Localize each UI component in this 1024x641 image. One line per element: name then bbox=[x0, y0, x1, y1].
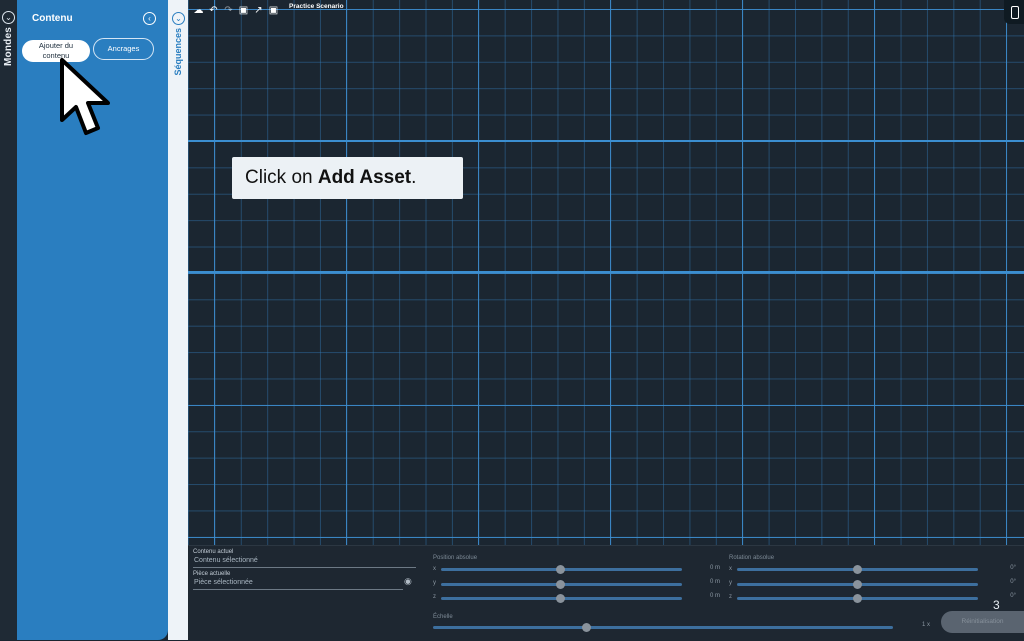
position-label: Position absolue bbox=[433, 555, 478, 561]
rotation-z-value[interactable]: 0° bbox=[986, 593, 1016, 599]
phone-icon bbox=[1011, 6, 1019, 19]
worlds-panel-label[interactable]: Mondes bbox=[3, 27, 14, 66]
visibility-eye-icon[interactable]: ◉ bbox=[404, 576, 412, 587]
field-underline bbox=[193, 567, 416, 568]
cloud-save-icon[interactable]: ☁ bbox=[192, 4, 205, 17]
device-preview-button[interactable] bbox=[1004, 0, 1024, 24]
scale-slider[interactable] bbox=[433, 626, 893, 629]
top-toolbar: ☁ ↶ ↷ ▣ ↗ ▣ bbox=[192, 3, 280, 17]
axis-x-label: x bbox=[729, 566, 732, 572]
instruction-tooltip: Click on Add Asset. bbox=[232, 157, 463, 199]
camera-icon[interactable]: ▣ bbox=[267, 4, 280, 17]
field-underline bbox=[193, 589, 403, 590]
add-asset-label-line1: Ajouter du bbox=[38, 41, 74, 50]
collapse-left-icon[interactable]: ‹ bbox=[143, 12, 156, 25]
slider-handle[interactable] bbox=[853, 565, 862, 574]
worlds-panel-strip[interactable]: ⌄ Mondes bbox=[0, 0, 17, 640]
scene-viewport[interactable] bbox=[188, 0, 1024, 545]
scenario-title: Practice Scenario bbox=[289, 3, 344, 10]
grid-axis-line bbox=[188, 271, 1024, 273]
slider-handle[interactable] bbox=[556, 580, 565, 589]
slider-handle[interactable] bbox=[853, 580, 862, 589]
current-asset-field[interactable]: Contenu sélectionné bbox=[194, 557, 258, 564]
axis-x-label: x bbox=[433, 566, 436, 572]
page-number: 3 bbox=[993, 598, 1000, 612]
current-part-label: Pièce actuelle bbox=[193, 571, 231, 577]
position-z-value[interactable]: 0 m bbox=[690, 593, 720, 599]
axis-y-label: y bbox=[729, 580, 732, 586]
slider-handle[interactable] bbox=[556, 594, 565, 603]
tooltip-prefix: Click on bbox=[245, 167, 318, 188]
rotation-x-value[interactable]: 0° bbox=[986, 565, 1016, 571]
rotation-y-value[interactable]: 0° bbox=[986, 579, 1016, 585]
tooltip-suffix: . bbox=[411, 167, 417, 188]
anchors-button[interactable]: Ancrages bbox=[93, 38, 154, 60]
export-icon[interactable]: ↗ bbox=[252, 4, 265, 17]
current-asset-label: Contenu actuel bbox=[193, 549, 234, 555]
slider-handle[interactable] bbox=[556, 565, 565, 574]
rotation-label: Rotation absolue bbox=[729, 555, 775, 561]
position-x-value[interactable]: 0 m bbox=[690, 565, 720, 571]
axis-y-label: y bbox=[433, 580, 436, 586]
scale-label: Échelle bbox=[433, 614, 453, 620]
chevron-down-icon[interactable]: ⌄ bbox=[172, 12, 185, 25]
current-part-field[interactable]: Pièce sélectionnée bbox=[194, 579, 253, 586]
slider-handle[interactable] bbox=[582, 623, 591, 632]
position-y-value[interactable]: 0 m bbox=[690, 579, 720, 585]
undo-icon[interactable]: ↶ bbox=[207, 4, 220, 17]
slider-handle[interactable] bbox=[853, 594, 862, 603]
redo-icon[interactable]: ↷ bbox=[222, 4, 235, 17]
pointer-cursor-icon bbox=[60, 58, 110, 135]
sequences-panel-label[interactable]: Séquences bbox=[173, 28, 183, 76]
content-panel-title: Contenu bbox=[32, 13, 73, 24]
reset-button[interactable]: Réinitialisation bbox=[941, 611, 1024, 633]
axis-z-label: z bbox=[729, 594, 732, 600]
scale-value[interactable]: 1 x bbox=[900, 622, 930, 628]
grid-axis-line bbox=[188, 140, 1024, 142]
tooltip-bold: Add Asset bbox=[317, 167, 412, 188]
chevron-down-icon[interactable]: ⌄ bbox=[2, 11, 15, 24]
axis-z-label: z bbox=[433, 594, 436, 600]
focus-icon[interactable]: ▣ bbox=[237, 4, 250, 17]
sequences-panel-strip[interactable]: ⌄ Séquences bbox=[168, 0, 188, 640]
